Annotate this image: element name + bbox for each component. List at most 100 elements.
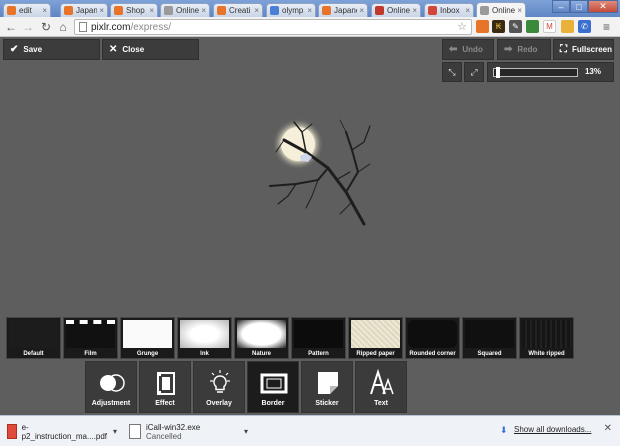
browser-tab[interactable]: Shop × [110,3,158,17]
undo-button[interactable]: ⬅ Undo [442,39,494,60]
tab-label: olymp [282,6,304,15]
extension-icon[interactable]: ✎ [509,20,522,33]
browser-tab[interactable]: Japane × [60,3,108,17]
border-thumb-ripped-paper[interactable]: Ripped paper [348,317,403,359]
extension-icon[interactable] [526,20,539,33]
tab-close-icon[interactable]: × [517,6,522,15]
menu-icon[interactable]: ≡ [600,20,613,34]
border-thumb-film[interactable]: Film [63,317,118,359]
border-thumb-pattern[interactable]: Pattern [291,317,346,359]
thumbnail-image [123,320,172,348]
browser-tab[interactable]: Online × [371,3,421,17]
fullscreen-icon: ⛶ [560,44,567,55]
download-item[interactable]: iCall-win32.exe Cancelled ▾ [124,419,248,444]
favicon-icon [322,6,331,15]
reload-icon[interactable]: ↻ [38,19,54,35]
redo-button[interactable]: ➡ Redo [497,39,551,60]
border-thumbnail-strip: Default Film Grunge Ink Nature Pattern R… [6,317,576,359]
dropdown-arrow-icon[interactable]: ▾ [244,427,248,436]
bookmark-star-icon[interactable]: ☆ [457,20,467,33]
home-icon[interactable]: ⌂ [55,19,71,35]
fullscreen-button[interactable]: ⛶ Fullscreen [553,39,614,60]
adjustment-icon [100,374,125,392]
browser-tab-active[interactable]: Online × [476,2,526,17]
tab-close-icon[interactable]: × [307,6,312,15]
browser-tab[interactable]: Online × [160,3,210,17]
redo-label: Redo [517,45,538,54]
canvas-image[interactable] [266,112,376,232]
adjustment-button[interactable]: Adjustment [85,361,137,413]
show-all-downloads-link[interactable]: Show all downloads... [514,425,591,434]
save-button[interactable]: ✔ Save [3,39,100,60]
border-thumb-ink[interactable]: Ink [177,317,232,359]
category-label: Sticker [315,400,339,407]
border-button[interactable]: Border [247,361,299,413]
extension-icon[interactable]: ✆ [578,20,591,33]
zoom-slider-thumb[interactable] [496,67,500,78]
border-thumb-squared[interactable]: Squared [462,317,517,359]
address-bar[interactable]: pixlr.com /express/ ☆ [74,19,472,35]
border-thumb-default[interactable]: Default [6,317,61,359]
back-arrow-icon[interactable]: ← [3,19,19,35]
tab-close-icon[interactable]: × [412,6,417,15]
browser-tab-strip: edit × Japane × Shop × Online × Creati ×… [0,0,620,17]
effect-button[interactable]: Effect [139,361,191,413]
browser-tab[interactable]: Creati × [213,3,263,17]
gmail-icon[interactable]: M [543,20,556,33]
favicon-icon [375,6,384,15]
close-icon[interactable]: ✕ [604,423,612,434]
tab-close-icon[interactable]: × [465,6,470,15]
tab-close-icon[interactable]: × [201,6,206,15]
browser-tab[interactable]: Inbox × [424,3,474,17]
zoom-control: 13% [487,62,614,82]
tab-close-icon[interactable]: × [149,6,154,15]
border-icon [260,373,288,394]
sticker-button[interactable]: Sticker [301,361,353,413]
tab-close-icon[interactable]: × [359,6,364,15]
thumbnail-image [180,320,229,348]
dropdown-arrow-icon[interactable]: ▾ [113,427,117,436]
border-thumb-rounded-corner[interactable]: Rounded corner [405,317,460,359]
browser-tab[interactable]: edit × [3,3,51,17]
browser-tab[interactable]: olymp × [266,3,316,17]
favicon-icon [428,6,437,15]
tab-close-icon[interactable]: × [254,6,259,15]
window-close-icon[interactable]: ✕ [588,0,618,13]
overlay-button[interactable]: Overlay [193,361,245,413]
border-thumb-grunge[interactable]: Grunge [120,317,175,359]
extension-icon[interactable] [561,20,574,33]
border-thumb-label: Ink [200,351,209,357]
exe-file-icon [129,424,141,439]
border-thumb-white-ripped[interactable]: White ripped [519,317,574,359]
extension-icon[interactable]: ₭ [492,20,505,33]
border-thumb-label: Grunge [136,351,159,357]
download-item[interactable]: e-p2_instruction_ma....pdf ▾ [2,419,117,444]
tab-label: Japane [334,6,357,15]
download-status: Cancelled [146,431,182,441]
category-label: Text [374,400,388,407]
address-path: /express/ [130,21,172,33]
download-filename: e-p2_instruction_ma....pdf [21,422,107,441]
text-button[interactable]: Text [355,361,407,413]
tab-close-icon[interactable]: × [42,6,47,15]
actual-size-icon: ⤢ [470,66,478,77]
forward-arrow-icon[interactable]: → [20,19,36,35]
tab-label: Online [387,6,411,15]
download-filename: iCall-win32.exe [146,422,201,432]
close-button[interactable]: ✕ Close [102,39,199,60]
tab-label: Online [176,6,200,15]
effect-icon [157,372,175,395]
border-thumb-nature[interactable]: Nature [234,317,289,359]
extension-icon[interactable] [476,20,489,33]
page-icon [79,22,87,32]
fit-screen-button[interactable]: ⤡ [442,62,462,82]
actual-size-button[interactable]: ⤢ [464,62,484,82]
save-label: Save [23,45,43,54]
browser-tab[interactable]: Japane × [318,3,368,17]
maximize-icon[interactable]: □ [570,0,588,13]
tab-close-icon[interactable]: × [99,6,104,15]
minimize-icon[interactable]: – [552,0,570,13]
address-host: pixlr.com [91,21,131,33]
zoom-slider[interactable] [493,67,578,78]
close-label: Close [122,45,145,54]
